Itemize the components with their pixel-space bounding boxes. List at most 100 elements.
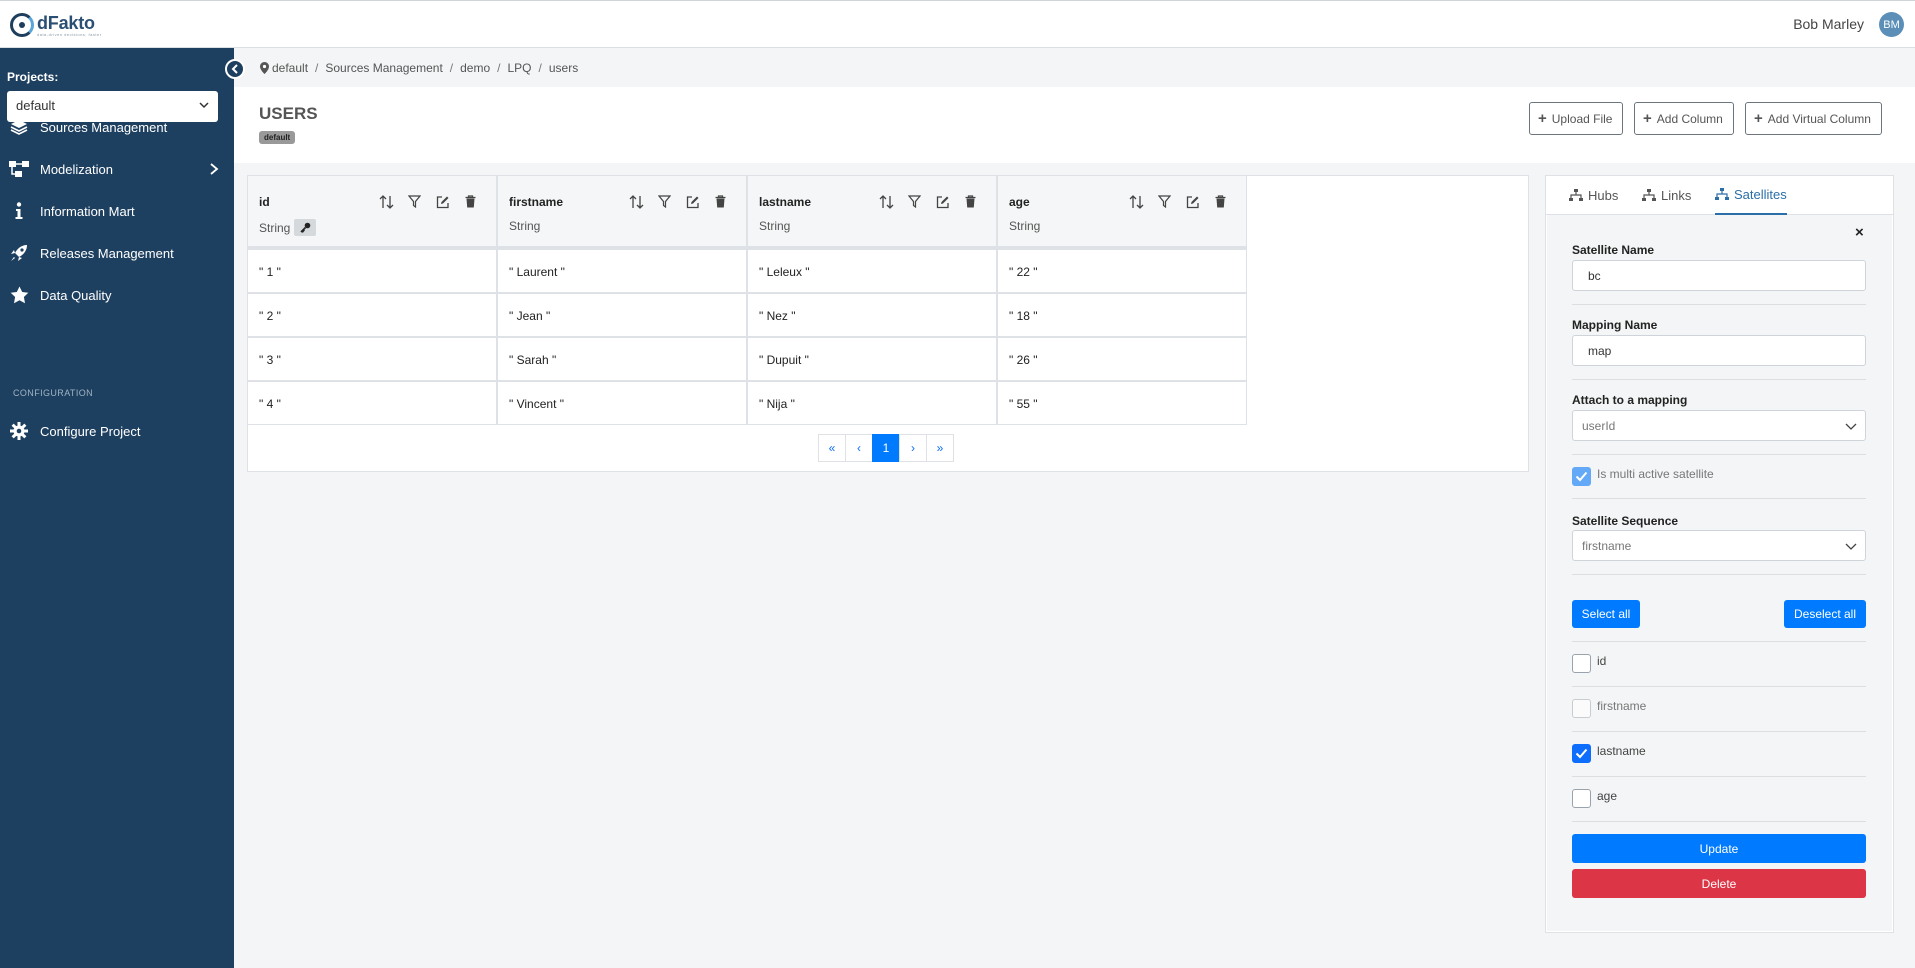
trash-icon[interactable] [713,194,728,209]
map-pin-icon [260,62,269,74]
sidebar-item-modelization[interactable]: Modelization [0,152,234,186]
column-header-id: id String [247,175,497,249]
add-column-button[interactable]: + Add Column [1634,102,1734,135]
check-icon [1575,471,1588,482]
sidebar-item-information-mart[interactable]: Information Mart [0,194,234,228]
sitemap-icon [1715,188,1729,200]
edit-icon[interactable] [1185,194,1200,209]
gear-icon [9,421,29,441]
edit-icon[interactable] [685,194,700,209]
plus-icon: + [1538,110,1547,127]
delete-button[interactable]: Delete [1572,869,1866,898]
table-cell: " 26 " [997,337,1247,381]
field-checkbox-age[interactable] [1572,789,1591,808]
satellite-sequence-value: firstname [1582,539,1632,553]
attach-mapping-select[interactable]: userId [1572,410,1866,441]
breadcrumb-item[interactable]: demo [460,61,490,75]
sort-icon[interactable] [629,194,644,209]
breadcrumb-item[interactable]: default [272,61,308,75]
logo-text: dFakto [37,12,95,33]
configuration-section-label: CONFIGURATION [13,388,94,398]
table-cell: " Nija " [747,381,997,425]
field-checkbox-id[interactable] [1572,654,1591,673]
field-label: lastname [1597,744,1646,758]
layers-icon [9,117,29,137]
breadcrumb-item[interactable]: LPQ [508,61,532,75]
projects-label: Projects: [7,70,59,84]
sidebar-collapse-button[interactable] [225,59,245,79]
filter-icon[interactable] [407,194,422,209]
trash-icon[interactable] [463,194,478,209]
satellite-name-label: Satellite Name [1572,243,1655,257]
logo-tagline: data-driven decisions, faster [37,31,102,37]
sort-icon[interactable] [879,194,894,209]
star-icon [9,285,29,305]
satellite-sequence-select[interactable]: firstname [1572,530,1866,561]
sort-icon[interactable] [1129,194,1144,209]
table-cell: " Vincent " [497,381,747,425]
entity-tabs: Hubs Links Satellites [1545,175,1894,215]
sidebar-item-label: Configure Project [40,423,141,439]
sidebar-item-label: Sources Management [40,119,168,135]
key-icon [294,219,317,236]
sidebar-item-releases-management[interactable]: Releases Management [0,236,234,270]
first-page-button[interactable]: « [818,434,846,462]
column-name: firstname [509,195,564,209]
sidebar: Projects: default Sources Management Mod… [0,48,234,968]
user-name[interactable]: Bob Marley [1793,16,1864,32]
trash-icon[interactable] [1213,194,1228,209]
avatar[interactable]: BM [1879,12,1904,37]
column-name: id [259,195,270,209]
add-virtual-column-button[interactable]: + Add Virtual Column [1745,102,1882,135]
table-cell: " 22 " [997,249,1247,293]
breadcrumb: default / Sources Management / demo / LPQ / … [260,61,578,75]
edit-icon[interactable] [935,194,950,209]
update-button[interactable]: Update [1572,834,1866,863]
multi-active-checkbox[interactable] [1572,467,1591,486]
table-cell: " Nez " [747,293,997,337]
chevron-down-icon [1845,543,1857,550]
sidebar-item-configure-project[interactable]: Configure Project [0,414,234,448]
mapping-name-label: Mapping Name [1572,318,1658,332]
plus-icon: + [1643,110,1652,127]
tab-hubs[interactable]: Hubs [1569,175,1618,215]
check-icon [1575,748,1588,759]
field-label: firstname [1597,699,1647,713]
column-header-age: age String [997,175,1247,249]
mapping-name-input[interactable]: map [1572,335,1866,366]
prev-page-button[interactable]: ‹ [845,434,873,462]
pagination: « ‹ 1 › » [818,434,954,462]
sidebar-item-data-quality[interactable]: Data Quality [0,278,234,312]
column-type: String [509,219,541,233]
filter-icon[interactable] [907,194,922,209]
breadcrumb-item[interactable]: Sources Management [325,61,442,75]
deselect-all-button[interactable]: Deselect all [1784,600,1866,628]
field-checkbox-lastname[interactable] [1572,744,1591,763]
column-header-lastname: lastname String [747,175,997,249]
chevron-left-icon [231,64,238,74]
sidebar-item-sources-management[interactable]: Sources Management [0,110,234,144]
tab-satellites[interactable]: Satellites [1715,175,1787,215]
chevron-right-icon [210,163,219,175]
edit-icon[interactable] [435,194,450,209]
table-cell: " 55 " [997,381,1247,425]
field-label: age [1597,789,1618,803]
sitemap-icon [1569,189,1583,201]
multi-active-label: Is multi active satellite [1597,467,1714,481]
satellite-name-input[interactable]: bc [1572,260,1866,291]
close-icon[interactable]: × [1855,224,1864,241]
select-all-button[interactable]: Select all [1572,600,1640,628]
last-page-button[interactable]: » [926,434,954,462]
dfakto-logo[interactable]: dFakto data-driven decisions, faster [10,10,102,40]
column-type: String [759,219,791,233]
filter-icon[interactable] [1157,194,1172,209]
next-page-button[interactable]: › [899,434,927,462]
table-cell: " Leleux " [747,249,997,293]
trash-icon[interactable] [963,194,978,209]
table-cell: " 3 " [247,337,497,381]
filter-icon[interactable] [657,194,672,209]
sort-icon[interactable] [379,194,394,209]
tab-links[interactable]: Links [1642,175,1691,215]
page-button-current[interactable]: 1 [872,434,900,462]
upload-file-button[interactable]: + Upload File [1529,102,1624,135]
